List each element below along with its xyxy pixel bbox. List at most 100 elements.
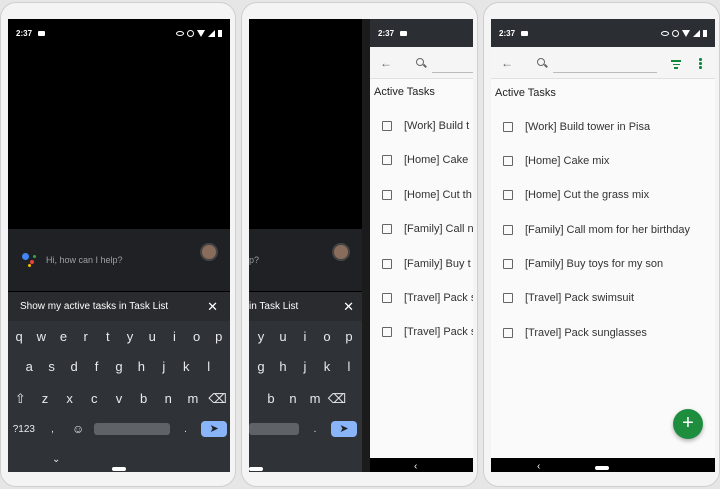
checkbox[interactable]: [503, 259, 513, 269]
key-c[interactable]: c: [84, 391, 104, 407]
home-pill[interactable]: [249, 467, 263, 471]
checkbox[interactable]: [503, 122, 513, 132]
checkbox[interactable]: [382, 259, 392, 269]
checkbox[interactable]: [382, 190, 392, 200]
task-item[interactable]: [Family] Call mom for her birthday: [491, 219, 715, 241]
back-arrow-icon[interactable]: ←: [501, 56, 515, 70]
key-y[interactable]: y: [120, 329, 140, 344]
search-icon[interactable]: [416, 57, 426, 68]
enter-icon[interactable]: ➤: [331, 421, 357, 437]
space-bar[interactable]: [93, 423, 170, 435]
key-p[interactable]: p: [339, 329, 359, 344]
shift-icon[interactable]: ⇧: [10, 391, 30, 407]
nav-back-icon[interactable]: ‹: [537, 461, 540, 472]
key-f[interactable]: f: [87, 359, 107, 374]
key-v[interactable]: v: [109, 391, 129, 407]
key-l[interactable]: l: [339, 359, 359, 374]
key-m[interactable]: m: [305, 391, 325, 407]
key-t[interactable]: t: [98, 329, 118, 344]
query-bar[interactable]: Show my active tasks in Task List ✕: [8, 291, 230, 321]
search-input[interactable]: [553, 72, 657, 73]
key-o[interactable]: o: [317, 329, 337, 344]
key-q[interactable]: q: [9, 329, 29, 344]
task-item[interactable]: [Family] Call n: [370, 218, 473, 240]
add-task-button[interactable]: +: [673, 409, 703, 439]
task-item[interactable]: [Travel] Pack swimsuit: [491, 287, 715, 309]
nav-back-icon[interactable]: ‹: [414, 461, 417, 472]
key-period[interactable]: .: [175, 424, 195, 435]
key-l[interactable]: l: [199, 359, 219, 374]
key-i[interactable]: i: [164, 329, 184, 344]
home-pill[interactable]: [595, 466, 609, 470]
checkbox[interactable]: [503, 328, 513, 338]
emoji-icon[interactable]: ☺: [68, 422, 88, 436]
backspace-icon[interactable]: ⌫: [327, 391, 347, 407]
back-arrow-icon[interactable]: ←: [380, 56, 394, 70]
checkbox[interactable]: [382, 293, 392, 303]
key-a[interactable]: a: [19, 359, 39, 374]
key-u[interactable]: u: [142, 329, 162, 344]
key-z[interactable]: z: [35, 391, 55, 407]
key-h[interactable]: h: [273, 359, 293, 374]
key-j[interactable]: j: [154, 359, 174, 374]
task-item[interactable]: [Home] Cut th: [370, 184, 473, 206]
key-j[interactable]: j: [295, 359, 315, 374]
key-r[interactable]: r: [76, 329, 96, 344]
task-item[interactable]: [Travel] Pack s: [370, 287, 473, 309]
key-g[interactable]: g: [109, 359, 129, 374]
checkbox[interactable]: [503, 293, 513, 303]
enter-icon[interactable]: ➤: [201, 421, 228, 437]
key-symbols[interactable]: ?123: [11, 424, 37, 435]
more-vert-icon[interactable]: [699, 58, 702, 70]
key-n[interactable]: n: [283, 391, 303, 407]
close-icon[interactable]: ✕: [207, 299, 218, 315]
task-item[interactable]: [Travel] Pack s: [370, 321, 473, 343]
key-x[interactable]: x: [60, 391, 80, 407]
task-item[interactable]: [Family] Buy toys for my son: [491, 253, 715, 275]
key-b[interactable]: b: [134, 391, 154, 407]
key-d[interactable]: d: [64, 359, 84, 374]
backspace-icon[interactable]: ⌫: [208, 391, 228, 407]
checkbox[interactable]: [503, 190, 513, 200]
filter-icon[interactable]: [671, 60, 681, 71]
task-item[interactable]: [Work] Build tower in Pisa: [491, 116, 715, 138]
key-y[interactable]: y: [251, 329, 271, 344]
checkbox[interactable]: [503, 225, 513, 235]
task-item[interactable]: [Home] Cut the grass mix: [491, 184, 715, 206]
checkbox[interactable]: [382, 224, 392, 234]
key-u[interactable]: u: [273, 329, 293, 344]
key-n[interactable]: n: [158, 391, 178, 407]
key-p[interactable]: p: [209, 329, 229, 344]
key-m[interactable]: m: [183, 391, 203, 407]
task-item[interactable]: [Home] Cake: [370, 149, 473, 171]
search-icon[interactable]: [537, 57, 547, 68]
key-k[interactable]: k: [317, 359, 337, 374]
space-bar[interactable]: [249, 423, 299, 435]
key-o[interactable]: o: [187, 329, 207, 344]
key-s[interactable]: s: [42, 359, 62, 374]
avatar[interactable]: [200, 243, 218, 261]
key-k[interactable]: k: [176, 359, 196, 374]
key-comma[interactable]: ,: [42, 424, 62, 435]
query-bar[interactable]: in Task List ✕: [249, 291, 362, 321]
key-g[interactable]: g: [251, 359, 271, 374]
close-icon[interactable]: ✕: [343, 299, 354, 315]
key-i[interactable]: i: [295, 329, 315, 344]
checkbox[interactable]: [503, 156, 513, 166]
checkbox[interactable]: [382, 155, 392, 165]
key-h[interactable]: h: [131, 359, 151, 374]
avatar[interactable]: [332, 243, 350, 261]
checkbox[interactable]: [382, 121, 392, 131]
checkbox[interactable]: [382, 327, 392, 337]
collapse-keyboard-icon[interactable]: ⌄: [52, 454, 60, 465]
key-w[interactable]: w: [31, 329, 51, 344]
task-item[interactable]: [Home] Cake mix: [491, 150, 715, 172]
key-period[interactable]: .: [305, 424, 325, 435]
task-item[interactable]: [Travel] Pack sunglasses: [491, 322, 715, 344]
key-e[interactable]: e: [53, 329, 73, 344]
task-item[interactable]: [Family] Buy t: [370, 253, 473, 275]
home-pill[interactable]: [112, 467, 126, 471]
task-item[interactable]: [Work] Build t: [370, 115, 473, 137]
search-input[interactable]: [432, 72, 473, 73]
key-b[interactable]: b: [261, 391, 281, 407]
